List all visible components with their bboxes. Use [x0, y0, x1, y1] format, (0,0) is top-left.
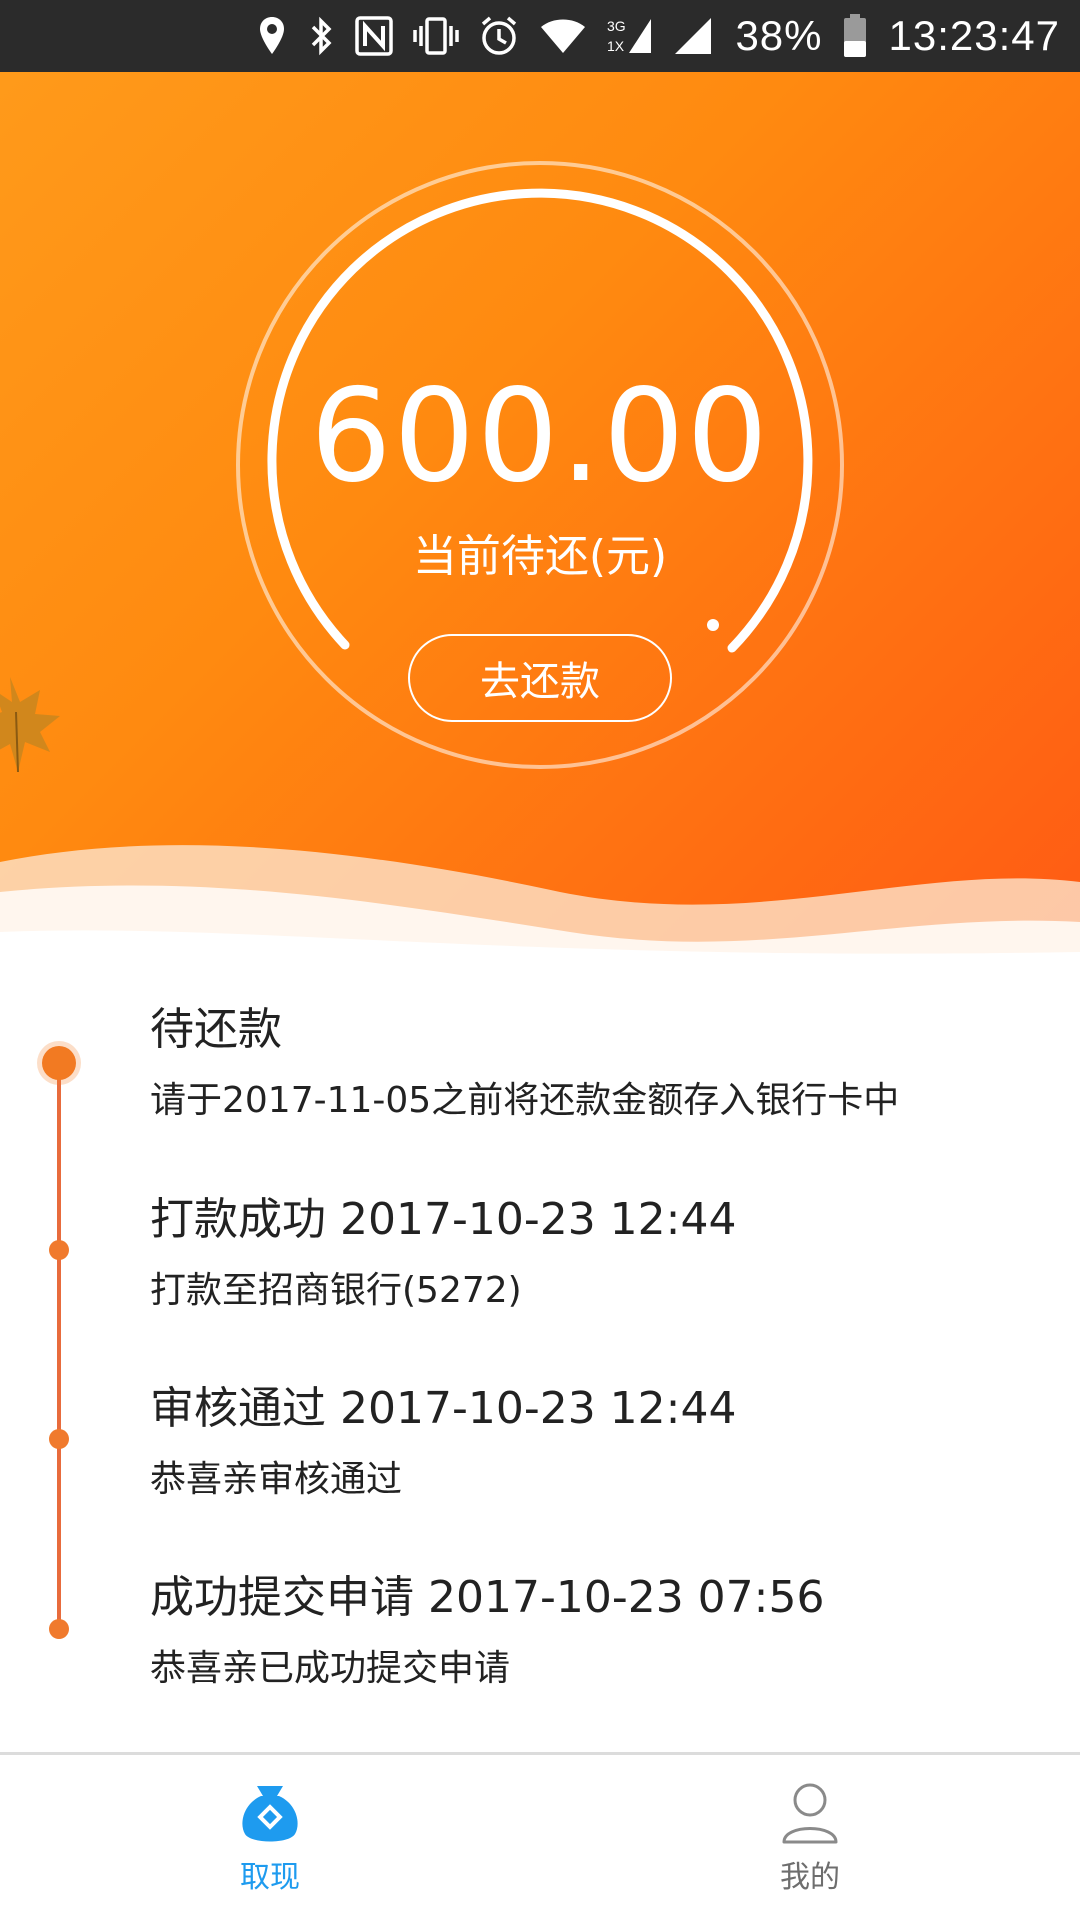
- loan-timeline: 待还款 请于2017-11-05之前将还款金额存入银行卡中 打款成功 2017-…: [0, 972, 1080, 1752]
- timeline-dot: [49, 1429, 69, 1449]
- tab-mine-label: 我的: [780, 1859, 840, 1895]
- battery-icon: [843, 0, 867, 72]
- wifi-icon: [539, 0, 587, 72]
- timeline-dot-active: [42, 1046, 76, 1080]
- vibrate-icon: [413, 0, 460, 72]
- timeline-item-desc: 请于2017-11-05之前将还款金额存入银行卡中: [150, 1080, 900, 1121]
- clock: 13:23:47: [888, 12, 1060, 59]
- timeline-item-approved: 审核通过 2017-10-23 12:44 恭喜亲审核通过: [150, 1381, 1050, 1505]
- network-label: 3G: [607, 18, 626, 34]
- pending-amount-label: 当前待还(元): [412, 531, 668, 582]
- timeline-dot: [49, 1240, 69, 1260]
- hero-banner: 600.00 当前待还(元) 去还款: [0, 72, 1080, 972]
- timeline-line: [57, 1062, 61, 1632]
- timeline-item-desc: 恭喜亲审核通过: [150, 1459, 403, 1500]
- wave-decoration: [0, 845, 1080, 972]
- status-bar: 3G 1X 38% 13:23:47: [0, 0, 1080, 72]
- timeline-item-desc: 打款至招商银行(5272): [150, 1270, 522, 1311]
- battery-percent: 38%: [735, 12, 823, 59]
- timeline-item-title: 审核通过 2017-10-23 12:44: [150, 1383, 737, 1434]
- tab-withdraw[interactable]: 取现: [0, 1755, 540, 1920]
- user-icon: [782, 1783, 838, 1843]
- tab-mine[interactable]: 我的: [540, 1755, 1080, 1920]
- alarm-icon: [479, 0, 519, 72]
- location-icon: [257, 0, 287, 72]
- tab-withdraw-label: 取现: [240, 1859, 300, 1895]
- maple-leaf-icon: [0, 677, 60, 773]
- timeline-item-pending: 待还款 请于2017-11-05之前将还款金额存入银行卡中: [150, 1002, 1050, 1126]
- timeline-item-title: 待还款: [150, 1004, 282, 1055]
- timeline-item-title: 成功提交申请 2017-10-23 07:56: [150, 1572, 825, 1623]
- signal-icon: [673, 0, 713, 72]
- bluetooth-icon: [307, 0, 335, 72]
- network-sub-label: 1X: [607, 38, 625, 54]
- timeline-item-paid: 打款成功 2017-10-23 12:44 打款至招商银行(5272): [150, 1192, 1050, 1316]
- money-bag-icon: [242, 1785, 298, 1841]
- nfc-icon: [355, 0, 394, 72]
- timeline-item-submitted: 成功提交申请 2017-10-23 07:56 恭喜亲已成功提交申请: [150, 1570, 1050, 1694]
- pending-amount: 600.00: [310, 362, 770, 511]
- timeline-dot: [49, 1619, 69, 1639]
- timeline-item-title: 打款成功 2017-10-23 12:44: [150, 1194, 737, 1245]
- signal-3g-icon: 3G 1X: [607, 0, 653, 72]
- repay-button[interactable]: 去还款: [408, 634, 672, 722]
- timeline-item-desc: 恭喜亲已成功提交申请: [150, 1648, 511, 1689]
- bottom-nav: 取现 我的: [0, 1752, 1080, 1920]
